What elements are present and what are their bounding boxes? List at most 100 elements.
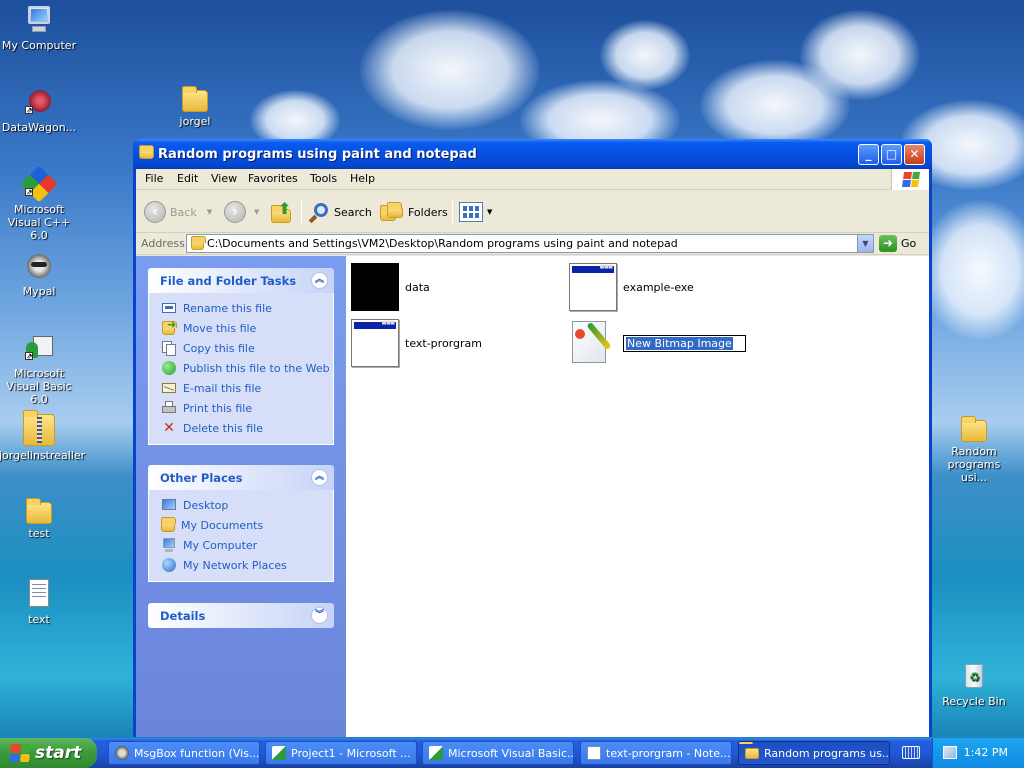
place-my-computer[interactable]: My Computer [161, 535, 333, 555]
address-bar: Address C:\Documents and Settings\VM2\De… [136, 233, 929, 255]
back-button[interactable]: ‹ Back ▼ [144, 198, 212, 226]
back-label: Back [170, 205, 197, 219]
expand-icon[interactable]: ︾ [311, 607, 328, 624]
folder-icon [26, 498, 52, 524]
folder-icon [182, 86, 208, 112]
window-client: File Edit View Favorites Tools Help ‹ Ba… [136, 169, 929, 737]
place-my-network-places[interactable]: My Network Places [161, 555, 333, 575]
chevron-down-icon: ▼ [254, 208, 260, 216]
task-label: Random programs us... [764, 746, 890, 760]
other-places-panel: Other Places ︽ Desktop My Documents My C… [148, 465, 334, 582]
task-email-file[interactable]: E-mail this file [161, 378, 333, 398]
collapse-icon[interactable]: ︽ [311, 469, 328, 486]
taskbar-item-explorer[interactable]: Random programs us... [738, 741, 890, 765]
task-publish-web[interactable]: Publish this file to the Web [161, 358, 333, 378]
file-item-text-prorgram[interactable]: text-prorgram [351, 319, 482, 367]
task-label: Project1 - Microsoft ... [291, 746, 411, 760]
desktop-icon [161, 497, 177, 513]
desktop-icon-label: Microsoft Visual C++ 6.0 [7, 203, 71, 242]
forward-button[interactable]: › ▼ [224, 198, 259, 226]
desktop-icon-text[interactable]: text [0, 578, 79, 626]
desktop-icon-label: DataWagon... [1, 121, 77, 134]
desktop-icon-random-programs[interactable]: Random programs usi... [934, 414, 1014, 484]
start-button[interactable]: start [0, 738, 97, 768]
panel-header[interactable]: Other Places ︽ [148, 465, 334, 490]
my-computer-icon [161, 537, 177, 553]
place-label: My Network Places [183, 558, 287, 572]
taskbar-item-vb-editor[interactable]: Microsoft Visual Basic... [422, 741, 574, 765]
desktop-icon-my-computer[interactable]: My Computer [0, 4, 79, 52]
go-arrow-icon: ➜ [879, 235, 897, 252]
desktop-icon-jorgel[interactable]: jorgel [155, 84, 235, 128]
close-button[interactable]: ✕ [904, 144, 925, 165]
close-icon: ✕ [909, 147, 920, 161]
views-button[interactable]: ▼ [459, 198, 492, 226]
up-button[interactable]: ⬆ [271, 198, 295, 226]
taskbar-item-msgbox[interactable]: MsgBox function (Vis... [108, 741, 260, 765]
window-title: Random programs using paint and notepad [158, 147, 477, 162]
file-item-example-exe[interactable]: example-exe [569, 263, 694, 311]
menu-tools[interactable]: Tools [310, 172, 337, 185]
taskbar-item-notepad[interactable]: text-prorgram - Note... [580, 741, 732, 765]
file-item-new-bitmap[interactable]: New Bitmap Image [569, 319, 746, 367]
keyboard-icon[interactable] [902, 746, 920, 759]
menu-help[interactable]: Help [350, 172, 375, 185]
cloud [600, 20, 690, 90]
task-move-file[interactable]: ➜ Move this file [161, 318, 333, 338]
search-button[interactable]: Search [308, 198, 372, 226]
folders-button[interactable]: Folders [380, 198, 448, 226]
task-pane: File and Folder Tasks ︽ Rename this file… [136, 256, 346, 737]
desktop-icon-datawagon[interactable]: ↗ DataWagon... [0, 86, 79, 134]
toolbar-separator [301, 199, 302, 225]
file-item-data[interactable]: data [351, 263, 430, 311]
desktop-icon-label: Microsoft Visual Basic 6.0 [6, 367, 72, 406]
place-my-documents[interactable]: My Documents [161, 515, 333, 535]
panel-header[interactable]: File and Folder Tasks ︽ [148, 268, 334, 293]
datawagon-icon: ↗ [23, 86, 55, 118]
place-desktop[interactable]: Desktop [161, 495, 333, 515]
go-button[interactable]: ➜ Go [879, 235, 916, 252]
address-label: Address [141, 237, 185, 250]
minimize-button[interactable]: _ [858, 144, 879, 165]
mypal-raccoon-icon [23, 250, 55, 282]
maximize-button[interactable]: □ [881, 144, 902, 165]
panel-header[interactable]: Details ︾ [148, 603, 334, 628]
network-tray-icon[interactable] [943, 746, 957, 759]
search-icon [308, 201, 330, 224]
visual-basic-icon [272, 746, 286, 760]
desktop-icon-jorgelinstrealler[interactable]: jorgelinstrealler [0, 410, 85, 462]
taskbar-item-project1[interactable]: Project1 - Microsoft ... [265, 741, 417, 765]
panel-body: Rename this file ➜ Move this file Copy t… [148, 293, 334, 445]
folder-icon [745, 747, 759, 759]
menu-edit[interactable]: Edit [177, 172, 198, 185]
desktop-icon-recycle-bin[interactable]: ♻ Recycle Bin [934, 660, 1014, 708]
task-label: E-mail this file [183, 381, 262, 395]
rename-input[interactable]: New Bitmap Image [623, 334, 746, 352]
menu-favorites[interactable]: Favorites [248, 172, 298, 185]
toolbar-separator [452, 199, 453, 225]
address-field[interactable]: C:\Documents and Settings\VM2\Desktop\Ra… [186, 234, 874, 253]
title-bar[interactable]: Random programs using paint and notepad … [133, 139, 932, 169]
program-icon [351, 319, 399, 367]
task-copy-file[interactable]: Copy this file [161, 338, 333, 358]
copy-icon [161, 340, 177, 356]
place-label: My Computer [183, 538, 258, 552]
menu-file[interactable]: File [145, 172, 163, 185]
desktop-icon-mypal[interactable]: Mypal [0, 250, 79, 298]
task-rename-file[interactable]: Rename this file [161, 298, 333, 318]
rename-icon [161, 300, 177, 316]
collapse-icon[interactable]: ︽ [311, 272, 328, 289]
maximize-icon: □ [885, 147, 898, 161]
task-print-file[interactable]: Print this file [161, 398, 333, 418]
desktop-icon-test[interactable]: test [0, 496, 79, 540]
desktop-icon-visual-cpp[interactable]: ↗ Microsoft Visual C++ 6.0 [0, 165, 79, 242]
desktop-icon-visual-basic[interactable]: ↗ Microsoft Visual Basic 6.0 [0, 332, 79, 406]
menu-view[interactable]: View [211, 172, 237, 185]
address-dropdown-button[interactable]: ▼ [857, 235, 873, 252]
taskbar: start MsgBox function (Vis... Project1 -… [0, 738, 1024, 768]
task-label: text-prorgram - Note... [606, 746, 731, 760]
task-delete-file[interactable]: ✕ Delete this file [161, 418, 333, 438]
clock[interactable]: 1:42 PM [964, 746, 1008, 759]
installer-zip-icon [23, 410, 55, 446]
toolbar: ‹ Back ▼ › ▼ ⬆ Search Folders ▼ [136, 191, 929, 233]
